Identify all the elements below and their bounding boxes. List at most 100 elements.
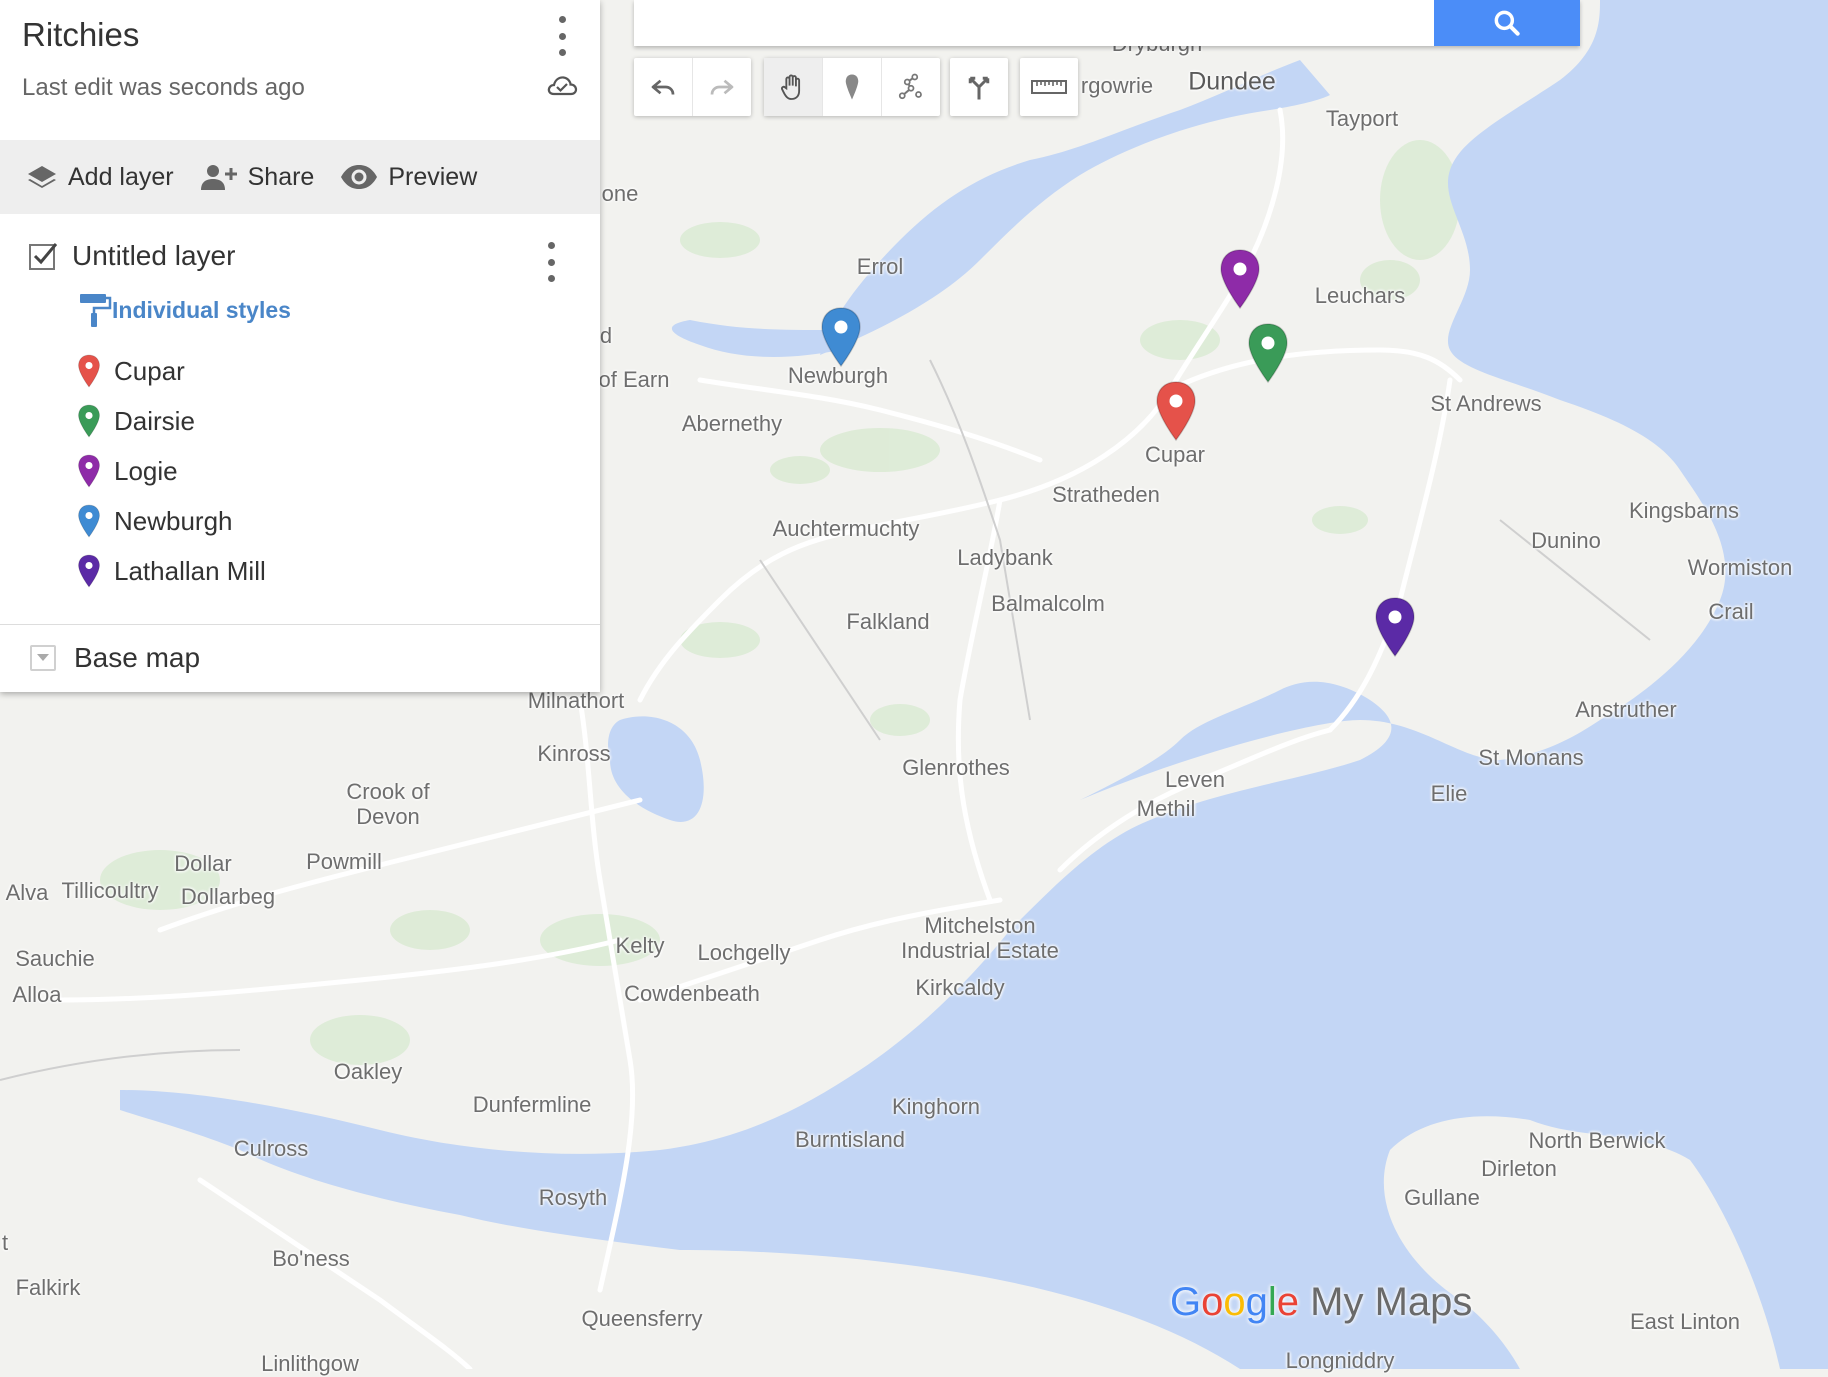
map-marker-dairsie[interactable] (1246, 322, 1290, 384)
layer-item-dairsie[interactable]: Dairsie (76, 404, 195, 438)
dot-icon (558, 32, 566, 40)
place-label: Tillicoultry (61, 878, 159, 903)
place-label: Tayport (1325, 106, 1399, 131)
map-marker-cupar[interactable] (1154, 380, 1198, 442)
layer-item-newburgh[interactable]: Newburgh (76, 504, 233, 538)
add-marker-button[interactable] (823, 58, 882, 116)
place-label: Balmalcolm (991, 591, 1105, 616)
place-label: Lochgelly (697, 940, 791, 965)
individual-styles-link[interactable]: Individual styles (78, 292, 291, 328)
eye-icon (341, 165, 378, 189)
place-label: Wormiston (1687, 555, 1793, 580)
place-label: Stratheden (1052, 482, 1160, 507)
place-label: t (1, 1230, 9, 1255)
layers-icon (28, 166, 56, 188)
draw-line-icon (898, 73, 922, 100)
place-label: Leven (1165, 767, 1225, 792)
directions-tool (950, 58, 1008, 116)
place-label: Glenrothes (902, 755, 1010, 780)
place-label: Kelty (615, 933, 665, 958)
place-label: Longniddry (1285, 1348, 1395, 1373)
marker-icon[interactable] (76, 454, 114, 488)
measure-distance-button[interactable] (1020, 58, 1078, 116)
place-label: Culross (233, 1136, 309, 1161)
map-marker-lathallan-mill[interactable] (1373, 596, 1417, 658)
undo-button[interactable] (634, 58, 693, 116)
paint-roller-icon (80, 294, 112, 327)
layer-visibility-checkbox[interactable] (28, 241, 58, 271)
share-button[interactable]: Share (200, 162, 315, 192)
layer-item-cupar[interactable]: Cupar (76, 354, 185, 388)
map-title[interactable]: Ritchies (22, 16, 139, 54)
place-label: St Andrews (1430, 391, 1542, 416)
map-options-menu-button[interactable] (552, 16, 572, 56)
layer-item-label: Newburgh (114, 505, 233, 536)
map-marker-logie[interactable] (1218, 248, 1262, 310)
hand-icon (781, 74, 801, 100)
redo-icon (710, 79, 734, 95)
add-layer-label: Add layer (68, 162, 174, 191)
place-label: East Linton (1629, 1309, 1741, 1334)
search-icon (1494, 10, 1520, 36)
draw-tools (764, 58, 940, 116)
place-label: Powmill (306, 849, 382, 874)
layer-item-lathallan-mill[interactable]: Lathallan Mill (76, 554, 266, 588)
base-map-section[interactable]: Base map (30, 642, 200, 674)
redo-button[interactable] (693, 58, 751, 116)
place-label: Kirkcaldy (915, 975, 1005, 1000)
place-label: Dunfermline (472, 1092, 592, 1117)
place-label: Auchtermuchty (772, 516, 920, 541)
marker-icon (845, 74, 859, 100)
share-label: Share (247, 162, 315, 191)
layer-item-label: Cupar (114, 355, 185, 386)
place-label: Mitchelston Industrial Estate (901, 913, 1059, 963)
layer-item-label: Logie (114, 455, 178, 486)
place-label: Ladybank (957, 545, 1053, 570)
preview-button[interactable]: Preview (340, 163, 477, 192)
place-label: Anstruther (1575, 697, 1677, 722)
add-directions-button[interactable] (950, 58, 1008, 116)
place-label: Dunino (1531, 528, 1601, 553)
google-my-maps-logo: Google My Maps (1170, 1280, 1472, 1325)
place-label: Methil (1136, 796, 1196, 821)
add-layer-button[interactable]: Add layer (26, 163, 174, 192)
place-label: Gullane (1404, 1185, 1480, 1210)
place-label: Dirleton (1481, 1156, 1557, 1181)
ruler-icon (1031, 80, 1067, 94)
layer-options-menu-button[interactable] (541, 242, 561, 282)
place-label: Alva (5, 880, 49, 905)
marker-icon[interactable] (76, 504, 114, 538)
google-wordmark: Google (1170, 1280, 1300, 1324)
place-label: Dundee (1188, 67, 1276, 96)
place-label: Kingsbarns (1628, 498, 1740, 523)
place-label: Errol (856, 254, 904, 279)
place-label: Bo'ness (272, 1246, 350, 1271)
my-maps-wordmark: My Maps (1310, 1280, 1473, 1324)
history-tools (634, 58, 751, 116)
place-label: North Berwick (1528, 1128, 1666, 1153)
select-items-button[interactable] (764, 58, 823, 116)
place-label: St Monans (1478, 745, 1584, 770)
place-label: Falkirk (15, 1275, 81, 1300)
place-label: Crook of Devon (346, 779, 430, 829)
marker-icon[interactable] (76, 354, 114, 388)
place-label: Abernethy (681, 411, 783, 436)
draw-line-button[interactable] (882, 58, 940, 116)
place-label: Queensferry (581, 1306, 703, 1331)
place-label: Elie (1430, 781, 1468, 806)
expand-base-map-icon[interactable] (30, 645, 56, 671)
place-label: Crail (1708, 599, 1754, 624)
undo-icon (651, 79, 675, 95)
place-label: Kinross (537, 741, 611, 766)
layer-name[interactable]: Untitled layer (72, 240, 235, 272)
layer-item-label: Lathallan Mill (114, 555, 266, 586)
place-label: Oakley (333, 1059, 403, 1084)
layer-item-logie[interactable]: Logie (76, 454, 178, 488)
map-sidebar: Ritchies Last edit was seconds ago Add l… (0, 0, 600, 692)
search-button[interactable] (1434, 0, 1580, 46)
base-map-label: Base map (74, 642, 201, 673)
marker-icon[interactable] (76, 404, 114, 438)
marker-icon[interactable] (76, 554, 114, 588)
dot-icon (547, 242, 555, 249)
map-marker-newburgh[interactable] (819, 306, 863, 368)
